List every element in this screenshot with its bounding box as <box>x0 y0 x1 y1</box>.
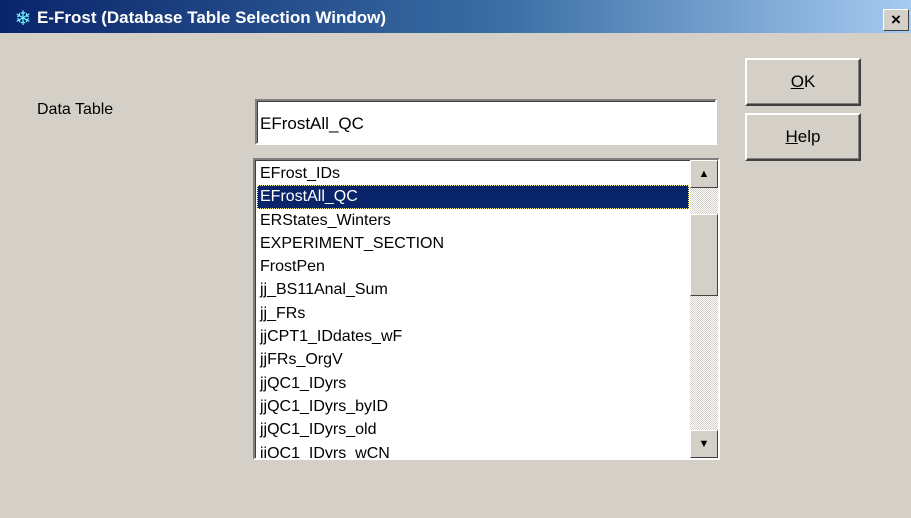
window-title: E-Frost (Database Table Selection Window… <box>37 8 387 27</box>
list-item[interactable]: jjQC1_IDyrs_wCN <box>257 442 689 458</box>
ok-label-rest: K <box>803 72 816 91</box>
arrow-up-icon: ▲ <box>698 168 710 180</box>
arrow-down-icon: ▼ <box>698 438 710 450</box>
table-list-items: EFrost_IDs EFrostAll_QC ERStates_Winters EX… <box>257 162 689 458</box>
help-accelerator: H <box>785 127 798 146</box>
ok-button[interactable]: OK <box>745 58 861 106</box>
help-button[interactable]: Help <box>745 113 861 161</box>
snowflake-icon: ❄ <box>14 8 32 30</box>
list-item[interactable]: EFrost_IDs <box>257 162 689 185</box>
title-bar: ❄ E-Frost (Database Table Selection Wind… <box>0 0 911 33</box>
list-item[interactable]: jjQC1_IDyrs_byID <box>257 395 689 418</box>
ok-accelerator: O <box>790 72 804 91</box>
list-item[interactable]: EFrostAll_QC <box>257 185 689 209</box>
list-item[interactable]: EXPERIMENT_SECTION <box>257 232 689 255</box>
list-item[interactable]: jj_FRs <box>257 302 689 325</box>
list-item[interactable]: jjQC1_IDyrs_old <box>257 418 689 441</box>
data-table-label: Data Table <box>37 101 114 118</box>
vertical-scrollbar[interactable]: ▲ ▼ <box>690 160 718 458</box>
list-item[interactable]: jjFRs_OrgV <box>257 348 689 371</box>
scroll-up-button[interactable]: ▲ <box>690 160 718 188</box>
list-item[interactable]: ERStates_Winters <box>257 209 689 232</box>
data-table-field[interactable]: EFrostAll_QC <box>255 99 717 145</box>
table-list[interactable]: EFrost_IDs EFrostAll_QC ERStates_Winters EX… <box>253 158 720 460</box>
close-button[interactable]: × <box>883 9 909 31</box>
help-label-rest: elp <box>797 127 821 146</box>
scroll-thumb[interactable] <box>690 214 718 296</box>
list-item[interactable]: jj_BS11Anal_Sum <box>257 278 689 301</box>
scroll-down-button[interactable]: ▼ <box>690 430 718 458</box>
list-item[interactable]: jjQC1_IDyrs <box>257 372 689 395</box>
list-item[interactable]: FrostPen <box>257 255 689 278</box>
list-item[interactable]: jjCPT1_IDdates_wF <box>257 325 689 348</box>
